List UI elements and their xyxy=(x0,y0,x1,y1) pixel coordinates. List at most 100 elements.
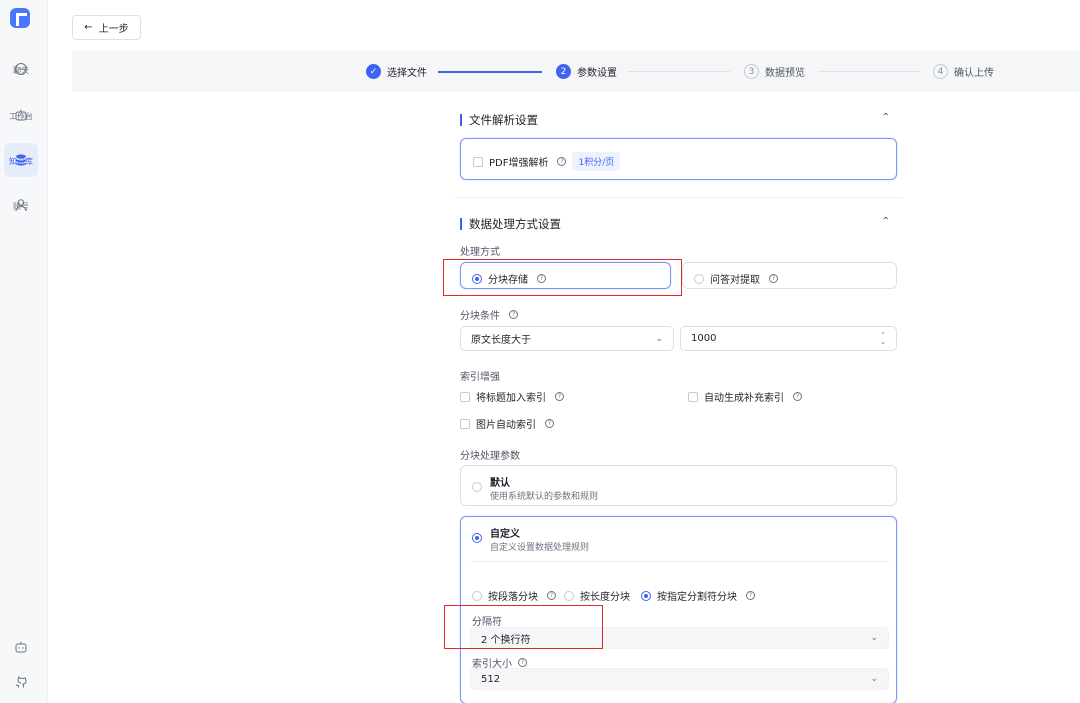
pdf-enhance-card: PDF增强解析 ? 1积分/页 xyxy=(460,138,897,180)
nav-label-workbench: 工作台 xyxy=(9,111,33,121)
separator-select-value: 2 个换行符 xyxy=(481,634,531,646)
separator-label: 分隔符 xyxy=(472,617,502,628)
help-icon[interactable]: ? xyxy=(555,392,564,401)
divider xyxy=(470,561,889,562)
help-icon[interactable]: ? xyxy=(793,392,802,401)
chevron-up-icon[interactable]: ⌃ xyxy=(882,112,890,123)
method-chunk-option[interactable]: 分块存储 ? xyxy=(460,262,671,289)
help-icon[interactable]: ? xyxy=(545,419,554,428)
split-paragraph-radio[interactable] xyxy=(472,590,482,601)
help-icon[interactable]: ? xyxy=(769,274,778,283)
params-default-card[interactable]: 默认 使用系统默认的参数和规则 xyxy=(460,465,897,506)
nav-item-account[interactable]: 账号 xyxy=(4,188,38,222)
nav-item-workbench[interactable]: 工作台 xyxy=(4,98,38,132)
index-auto-option[interactable]: 自动生成补充索引 ? xyxy=(688,389,802,404)
step-number: 2 xyxy=(556,64,571,79)
method-qa-option[interactable]: 问答对提取 ? xyxy=(682,262,897,289)
index-size-select[interactable]: 512 ⌄ xyxy=(470,668,889,690)
method-chunk-label: 分块存储 xyxy=(488,275,528,286)
step-preview: 3 数据预览 xyxy=(744,51,805,92)
separator-select[interactable]: 2 个换行符 ⌄ xyxy=(470,627,889,649)
condition-value-text: 1000 xyxy=(691,333,717,344)
step-number: 4 xyxy=(933,64,948,79)
chevron-up-icon[interactable]: ⌃ xyxy=(882,216,890,227)
step-confirm: 4 确认上传 xyxy=(933,51,994,92)
split-length-option[interactable]: 按长度分块 xyxy=(564,588,630,603)
side-nav: 聊天 工作台 知识库 账号 xyxy=(0,0,48,703)
condition-select-value: 原文长度大于 xyxy=(471,335,531,346)
index-label: 索引增强 xyxy=(460,372,500,383)
chevron-down-icon: ⌄ xyxy=(870,674,878,684)
step-connector xyxy=(438,71,542,73)
section-title-file-parse: 文件解析设置 xyxy=(460,112,538,128)
method-label: 处理方式 xyxy=(460,247,500,258)
index-image-checkbox[interactable] xyxy=(460,418,470,429)
nav-label-knowledge: 知识库 xyxy=(9,156,33,166)
index-auto-label: 自动生成补充索引 xyxy=(704,393,784,404)
back-button[interactable]: ← 上一步 xyxy=(72,15,141,40)
help-icon[interactable]: ? xyxy=(518,658,527,667)
step-label: 数据预览 xyxy=(765,68,805,79)
split-length-radio[interactable] xyxy=(564,590,574,601)
chevron-down-icon: ⌄ xyxy=(655,333,663,344)
params-default-radio[interactable] xyxy=(472,482,482,492)
method-qa-radio[interactable] xyxy=(694,273,704,284)
condition-label-text: 分块条件 xyxy=(460,311,500,322)
chevron-down-icon: ⌄ xyxy=(870,633,878,643)
step-label: 参数设置 xyxy=(577,68,617,79)
step-connector xyxy=(818,71,920,72)
section-title-text: 数据处理方式设置 xyxy=(469,217,561,231)
params-default-title: 默认 xyxy=(490,478,510,489)
condition-select[interactable]: 原文长度大于 ⌄ xyxy=(460,326,674,351)
nav-label-account: 账号 xyxy=(13,201,29,211)
section-title-processing: 数据处理方式设置 xyxy=(460,216,561,232)
step-indicator: ✓ 选择文件 2 参数设置 3 数据预览 4 确认上传 xyxy=(72,51,1080,92)
index-title-option[interactable]: 将标题加入索引 ? xyxy=(460,389,564,404)
help-icon[interactable]: ? xyxy=(746,591,755,600)
stepper-arrows-icon[interactable]: ⌃ ⌄ xyxy=(880,331,886,346)
split-length-label: 按长度分块 xyxy=(580,592,630,603)
step-number: 3 xyxy=(744,64,759,79)
nav-bottom-bot[interactable] xyxy=(4,630,38,664)
section-title-text: 文件解析设置 xyxy=(469,113,538,127)
condition-value-input[interactable]: 1000 ⌃ ⌄ xyxy=(680,326,897,351)
pdf-enhance-checkbox[interactable] xyxy=(473,156,483,167)
help-icon[interactable]: ? xyxy=(509,310,518,319)
github-icon xyxy=(15,676,27,688)
help-icon[interactable]: ? xyxy=(557,157,567,166)
method-qa-label: 问答对提取 xyxy=(710,275,760,286)
split-paragraph-option[interactable]: 按段落分块 ? xyxy=(472,588,556,603)
index-image-option[interactable]: 图片自动索引 ? xyxy=(460,416,554,431)
method-chunk-radio[interactable] xyxy=(472,273,482,284)
help-icon[interactable]: ? xyxy=(547,591,556,600)
split-separator-label: 按指定分割符分块 xyxy=(657,592,737,603)
pdf-cost-badge: 1积分/页 xyxy=(572,152,621,171)
index-title-checkbox[interactable] xyxy=(460,391,470,402)
index-title-label: 将标题加入索引 xyxy=(476,393,546,404)
index-image-label: 图片自动索引 xyxy=(476,420,536,431)
index-auto-checkbox[interactable] xyxy=(688,391,698,402)
params-custom-title: 自定义 xyxy=(490,529,520,540)
split-separator-option[interactable]: 按指定分割符分块 ? xyxy=(641,588,755,603)
step-label: 选择文件 xyxy=(387,68,427,79)
arrow-left-icon: ← xyxy=(84,22,93,33)
nav-item-chat[interactable]: 聊天 xyxy=(4,52,38,86)
nav-label-chat: 聊天 xyxy=(13,65,29,75)
divider xyxy=(454,197,902,198)
params-custom-card[interactable]: 自定义 自定义设置数据处理规则 按段落分块 ? 按长度分块 按指定分割符分块 ?… xyxy=(460,516,897,703)
nav-item-knowledge[interactable]: 知识库 xyxy=(4,143,38,177)
nav-bottom-github[interactable] xyxy=(4,665,38,699)
split-separator-radio[interactable] xyxy=(641,590,651,601)
params-label: 分块处理参数 xyxy=(460,451,520,462)
params-custom-radio[interactable] xyxy=(472,533,482,543)
split-paragraph-label: 按段落分块 xyxy=(488,592,538,603)
help-icon[interactable]: ? xyxy=(537,274,546,283)
params-default-desc: 使用系统默认的参数和规则 xyxy=(490,492,599,502)
robot-icon xyxy=(15,641,27,653)
check-icon: ✓ xyxy=(366,64,381,79)
step-connector xyxy=(628,71,730,72)
step-params: 2 参数设置 xyxy=(556,51,617,92)
step-select-file: ✓ 选择文件 xyxy=(366,51,427,92)
params-custom-desc: 自定义设置数据处理规则 xyxy=(490,543,590,553)
app-logo[interactable] xyxy=(10,8,30,28)
